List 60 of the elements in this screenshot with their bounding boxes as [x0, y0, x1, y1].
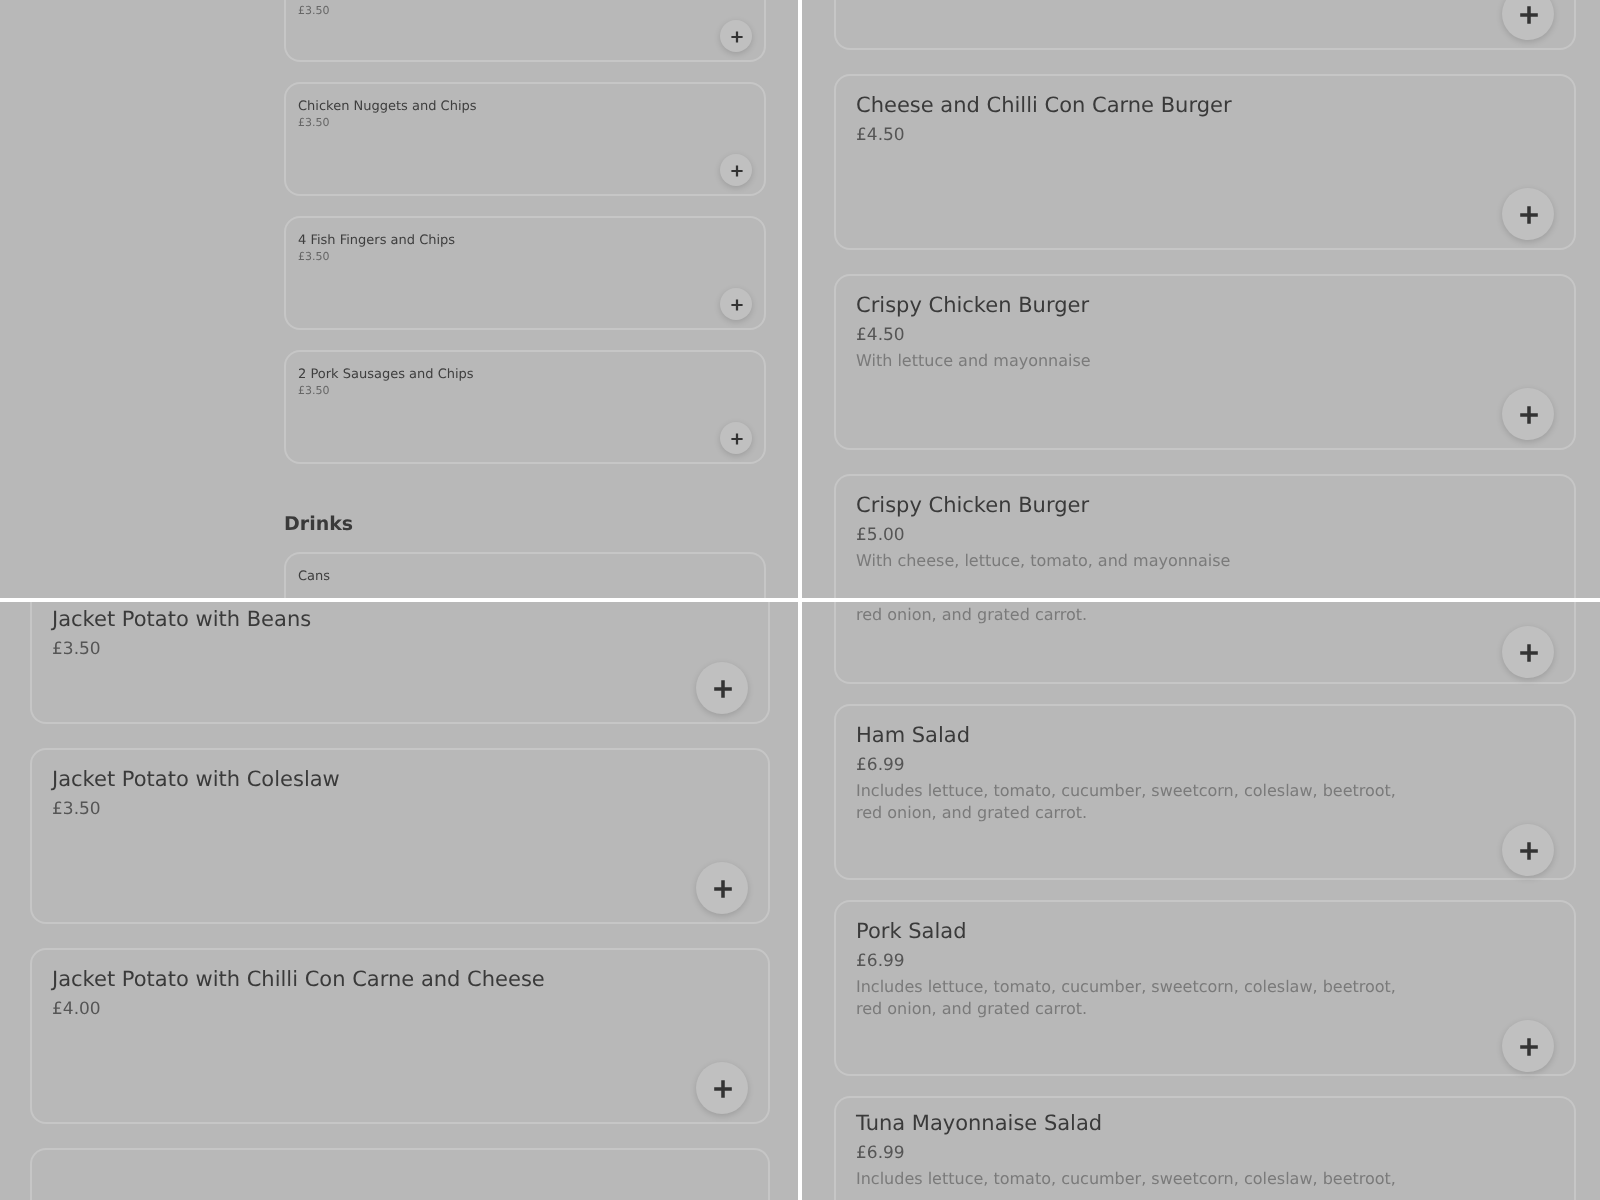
plus-icon: [729, 297, 743, 311]
add-button[interactable]: [696, 662, 748, 714]
item-name: Ham Salad: [856, 722, 973, 750]
add-button[interactable]: [720, 288, 752, 320]
item-price: £6.99: [856, 754, 907, 778]
menu-item-card[interactable]: Jacket Potato with Beans £3.50: [30, 602, 770, 724]
section-heading: Drinks: [284, 512, 356, 540]
item-name: Pork Salad: [856, 918, 969, 946]
item-price: £3.50: [52, 798, 103, 822]
plus-icon: [729, 29, 743, 43]
plus-icon: [711, 877, 733, 899]
item-price: £4.00: [52, 998, 103, 1022]
plus-icon: [1517, 839, 1539, 861]
item-description: red onion, and grated carrot.: [856, 604, 1090, 626]
item-name: Jacket Potato with Coleslaw: [52, 766, 342, 794]
plus-icon: [729, 163, 743, 177]
add-button[interactable]: [720, 154, 752, 186]
add-button[interactable]: [1502, 0, 1554, 40]
item-description: With cheese, lettuce, tomato, and mayonnaise: [856, 550, 1233, 572]
add-button[interactable]: [720, 20, 752, 52]
item-name: Jacket Potato with Chilli Con Carne and Cheese: [52, 966, 547, 994]
add-button[interactable]: [1502, 626, 1554, 678]
item-price: £6.99: [856, 950, 907, 974]
menu-item-card[interactable]: Ham Salad £6.99 Includes lettuce, tomato, cucumber, sweetcorn, coleslaw, beetroot, red onion, and grated carrot.: [834, 704, 1576, 880]
menu-item-card[interactable]: Jacket Potato with Chilli Con Carne and Cheese £4.00: [30, 948, 770, 1124]
item-name: Tuna Mayonnaise Salad: [856, 1110, 1105, 1138]
plus-icon: [1517, 403, 1539, 425]
add-button[interactable]: [1502, 1020, 1554, 1072]
add-button[interactable]: [696, 1062, 748, 1114]
plus-icon: [729, 431, 743, 445]
item-price: £4.50: [856, 324, 907, 348]
item-price: £6.99: [856, 1142, 907, 1166]
menu-item-card[interactable]: Pork Salad £6.99 Includes lettuce, tomato, cucumber, sweetcorn, coleslaw, beetroot, red onion, and grated carrot.: [834, 900, 1576, 1076]
add-button[interactable]: [696, 862, 748, 914]
add-button[interactable]: [1502, 388, 1554, 440]
menu-item-card[interactable]: Crispy Chicken Burger £4.50 With lettuce and mayonnaise: [834, 274, 1576, 450]
item-description: Includes lettuce, tomato, cucumber, sweetcorn, coleslaw, beetroot, red onion, and grated carrot.: [856, 780, 1398, 824]
item-name: Crispy Chicken Burger: [856, 492, 1092, 520]
plus-icon: [1517, 3, 1539, 25]
add-button[interactable]: [720, 422, 752, 454]
menu-item-card[interactable]: Jacket Potato with Coleslaw £3.50: [30, 748, 770, 924]
menu-item-card[interactable]: Crispy Chicken Burger £5.00 With cheese, lettuce, tomato, and mayonnaise: [834, 474, 1576, 598]
plus-icon: [1517, 1035, 1539, 1057]
item-name: Crispy Chicken Burger: [856, 292, 1092, 320]
menu-item-card[interactable]: Tuna Mayonnaise Salad £6.99 Includes lettuce, tomato, cucumber, sweetcorn, coleslaw, beetroot,: [834, 1096, 1576, 1200]
add-button[interactable]: [1502, 188, 1554, 240]
menu-item-card[interactable]: Cheese and Chilli Con Carne Burger £4.50: [834, 74, 1576, 250]
item-price: £4.50: [856, 124, 907, 148]
item-description: Includes lettuce, tomato, cucumber, sweetcorn, coleslaw, beetroot,: [856, 1168, 1398, 1190]
plus-icon: [711, 677, 733, 699]
plus-icon: [711, 1077, 733, 1099]
plus-icon: [1517, 641, 1539, 663]
item-price: £3.50: [52, 638, 103, 662]
item-price: £5.00: [856, 524, 907, 548]
item-description: With lettuce and mayonnaise: [856, 350, 1093, 372]
item-name: Cheese and Chilli Con Carne Burger: [856, 92, 1234, 120]
add-button[interactable]: [1502, 824, 1554, 876]
item-description: Includes lettuce, tomato, cucumber, sweetcorn, coleslaw, beetroot, red onion, and grated carrot.: [856, 976, 1398, 1020]
item-name: Jacket Potato with Beans: [52, 606, 314, 634]
plus-icon: [1517, 203, 1539, 225]
